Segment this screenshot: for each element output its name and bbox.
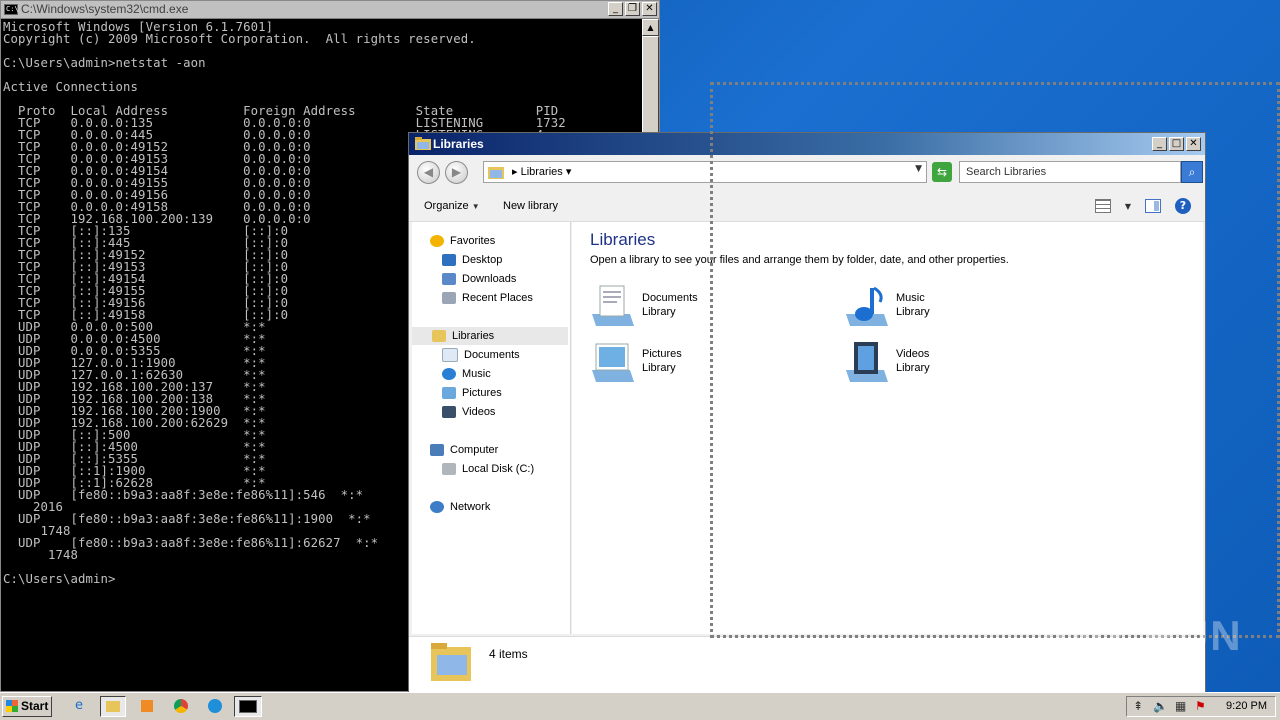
system-tray: ⇞ 🔈 ▦ ⚑ 9:20 PM [1126,696,1276,717]
nav-music[interactable]: Music [442,365,491,383]
nav-favorites[interactable]: Favorites [430,232,495,250]
show-hidden-icons-icon[interactable]: ⇞ [1133,699,1143,713]
chrome-icon[interactable] [168,696,194,717]
library-folder-icon [415,137,431,150]
new-library-button[interactable]: New library [503,200,558,212]
nav-libraries[interactable]: Libraries [412,327,568,345]
nav-recent-places[interactable]: Recent Places [442,289,533,307]
documents-library-icon [592,285,634,326]
taskbar: Start e ⇞ 🔈 ▦ ⚑ 9:20 PM [0,692,1280,720]
edge-icon[interactable] [202,696,228,717]
minimize-button[interactable]: _ [608,2,623,16]
desktop-icon [442,254,456,267]
documents-icon [442,348,458,363]
nav-downloads[interactable]: Downloads [442,270,516,288]
cmd-title-bar[interactable]: C:\ C:\Windows\system32\cmd.exe _ ❐ ✕ [1,1,659,19]
libraries-icon [432,330,446,343]
nav-videos[interactable]: Videos [442,403,495,421]
watermark: ANY RUN [1038,612,1243,659]
back-arrow-icon[interactable]: ◀ [417,161,440,184]
explorer-taskbar-icon[interactable] [100,696,126,717]
scroll-up-icon[interactable]: ▲ [642,19,659,36]
navigation-pane: Favorites Desktop Downloads Recent Place… [412,222,571,634]
address-library-icon [488,167,504,179]
flag-icon[interactable]: ⚑ [1195,699,1206,713]
star-icon [430,235,444,248]
computer-icon [430,444,444,457]
nav-computer[interactable]: Computer [430,441,498,459]
explorer-title: Libraries [433,137,484,151]
nav-documents[interactable]: Documents [442,346,520,364]
restore-button[interactable]: ❐ [625,2,640,16]
cmd-icon: C:\ [4,4,19,15]
library-status-icon [431,643,471,681]
nav-desktop[interactable]: Desktop [442,251,502,269]
cmd-title: C:\Windows\system32\cmd.exe [21,2,189,16]
volume-icon[interactable]: 🔈 [1153,699,1168,713]
network-tray-icon[interactable]: ▦ [1175,699,1186,713]
page-title: Libraries [590,230,656,249]
media-player-icon[interactable] [134,696,160,717]
network-icon [430,501,444,514]
clock[interactable]: 9:20 PM [1226,700,1267,712]
pictures-library-icon [592,343,634,382]
item-count: 4 items [489,647,528,661]
nav-network[interactable]: Network [430,498,490,516]
nav-pictures[interactable]: Pictures [442,384,502,402]
disk-icon [442,463,456,476]
videos-icon [442,406,456,419]
organize-button[interactable]: Organize ▼ [424,200,480,212]
music-icon [442,368,456,381]
windows-logo-icon [6,700,18,712]
close-button[interactable]: ✕ [642,2,657,16]
ie-icon[interactable]: e [66,696,92,717]
downloads-icon [442,273,456,286]
cmd-taskbar-icon[interactable] [234,696,262,717]
forward-arrow-icon[interactable]: ▶ [445,161,468,184]
selection-rectangle [710,82,1280,638]
recent-places-icon [442,292,456,305]
breadcrumb[interactable]: ▸ Libraries ▾ [512,165,571,178]
start-button[interactable]: Start [2,696,52,717]
pictures-icon [442,387,456,400]
nav-local-disk[interactable]: Local Disk (C:) [442,460,534,478]
